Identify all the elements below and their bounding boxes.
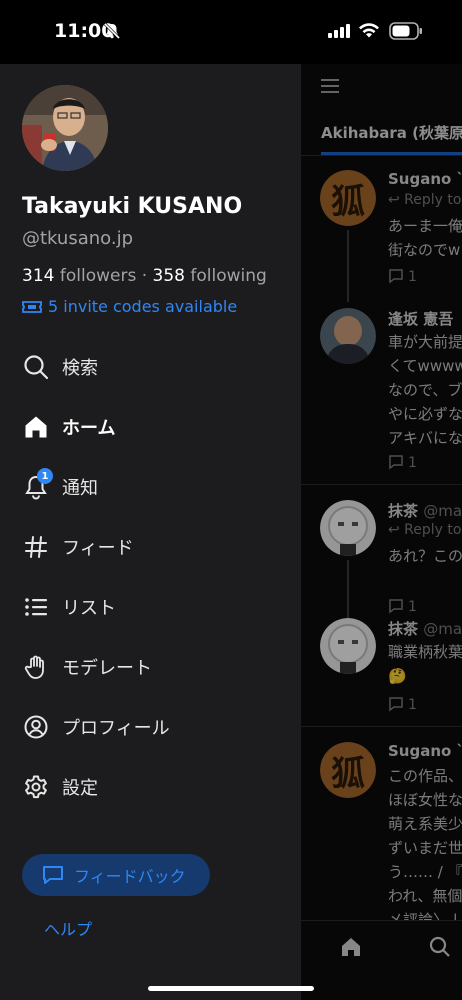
nav-label: プロフィール	[62, 718, 170, 739]
nav-item-search[interactable]: 検索	[22, 347, 282, 387]
avatar-photo	[22, 85, 108, 171]
hash-icon	[22, 533, 50, 561]
avatar[interactable]	[320, 308, 376, 364]
count-separator: ·	[136, 266, 153, 286]
post-author: 抹茶 @ma	[388, 618, 462, 639]
avatar[interactable]: 狐	[320, 170, 376, 226]
post-text: 車が大前提 くてwwww なので、ブ やに必ずな アキバにな	[388, 333, 462, 447]
post-author: 逢坂 憲吾	[388, 310, 454, 328]
feed-panel[interactable]: Akihabara (秋葉原 狐 Sugano ` ↩ Reply to あーま…	[301, 64, 462, 1000]
search-icon	[22, 353, 50, 381]
post-text: あれ？この	[388, 547, 462, 565]
reply-count-value: 1	[408, 455, 417, 471]
gear-icon	[22, 773, 50, 801]
avatar[interactable]: 狐	[320, 742, 376, 798]
followers-label: followers	[59, 266, 137, 286]
post-author: Sugano `	[388, 170, 462, 188]
invite-codes-link[interactable]: 5 invite codes available	[22, 297, 237, 316]
post-text: 職業柄秋葉 🤔	[388, 643, 462, 685]
ticket-icon	[22, 301, 42, 313]
reply-count[interactable]: 1	[388, 268, 417, 285]
post-divider	[301, 484, 462, 485]
nav-item-notifications[interactable]: 1 通知	[22, 467, 282, 507]
side-drawer: Takayuki KUSANO @tkusano.jp 314 follower…	[0, 64, 301, 1000]
help-link[interactable]: ヘルプ	[44, 916, 92, 940]
feedback-button[interactable]: フィードバック	[22, 854, 210, 896]
nav-label: リスト	[62, 598, 116, 619]
post-author-name: 抹茶	[388, 502, 419, 520]
feedback-label: フィードバック	[74, 867, 186, 886]
bottom-nav	[301, 920, 462, 1000]
nav-item-feeds[interactable]: フィード	[22, 527, 282, 567]
status-bar: 11:00	[0, 0, 462, 64]
post-author: 抹茶 @ma	[388, 500, 462, 521]
nav-label: ホーム	[62, 418, 116, 439]
reply-count[interactable]: 1	[388, 598, 417, 615]
thread-line	[347, 560, 349, 618]
nav-item-profile[interactable]: プロフィール	[22, 707, 282, 747]
profile-avatar[interactable]	[22, 85, 108, 171]
avatar[interactable]	[320, 500, 376, 556]
reply-count[interactable]: 1	[388, 454, 417, 471]
list-icon	[22, 593, 50, 621]
home-icon	[22, 413, 50, 441]
reply-count-value: 1	[408, 697, 417, 713]
reply-to-label: ↩ Reply to	[388, 192, 462, 208]
menu-icon[interactable]	[321, 78, 341, 94]
post-divider	[301, 726, 462, 727]
reply-to-label: ↩ Reply to	[388, 522, 462, 538]
thread-line	[347, 230, 349, 302]
comment-icon	[389, 269, 403, 284]
nav-item-home[interactable]: ホーム	[22, 407, 282, 447]
display-name: Takayuki KUSANO	[22, 194, 243, 219]
comment-icon	[389, 599, 403, 614]
following-count: 358	[152, 266, 185, 286]
comment-icon	[389, 697, 403, 712]
nav-item-lists[interactable]: リスト	[22, 587, 282, 627]
reply-count-value: 1	[408, 269, 417, 285]
post-author-handle: @ma	[423, 502, 462, 520]
invite-codes-label: 5 invite codes available	[48, 297, 238, 316]
follow-counts[interactable]: 314 followers · 358 following	[22, 266, 267, 286]
post-text: あーま一俺 街なのでw	[388, 217, 462, 259]
avatar[interactable]	[320, 618, 376, 674]
home-icon[interactable]	[339, 935, 363, 959]
wifi-icon	[359, 23, 379, 38]
signal-icon	[328, 24, 350, 38]
nav-label: モデレート	[62, 658, 152, 679]
nav-item-moderation[interactable]: モデレート	[22, 647, 282, 687]
feed-tab-bar: Akihabara (秋葉原	[301, 114, 462, 156]
bell-icon: 1	[22, 468, 53, 501]
user-circle-icon	[22, 713, 50, 741]
message-icon	[43, 866, 63, 884]
comment-icon	[389, 455, 403, 470]
nav-label: フィード	[62, 538, 134, 559]
tab-underline	[321, 152, 462, 155]
nav-label: 検索	[62, 358, 98, 379]
home-indicator[interactable]	[148, 986, 314, 991]
tab-akihabara[interactable]: Akihabara (秋葉原	[321, 122, 462, 143]
reply-count-value: 1	[408, 599, 417, 615]
hand-icon	[22, 653, 50, 681]
nav-label: 設定	[62, 778, 98, 799]
nav-label: 通知	[62, 478, 98, 499]
followers-count: 314	[22, 266, 55, 286]
following-label: following	[190, 266, 267, 286]
post-author-name: 抹茶	[388, 620, 419, 638]
post-author-handle: @ma	[423, 620, 462, 638]
search-icon[interactable]	[428, 935, 452, 959]
user-handle: @tkusano.jp	[22, 228, 133, 249]
notification-badge: 1	[37, 468, 53, 484]
post-text: この作品、 ほぼ女性な 萌え系美少 ずいまだ世 う…… / 『 われ、無個 メ評…	[388, 767, 462, 929]
bell-off-icon	[103, 22, 121, 40]
battery-icon	[389, 22, 422, 40]
post-author: Sugano `	[388, 742, 462, 760]
nav-item-settings[interactable]: 設定	[22, 767, 282, 807]
reply-count[interactable]: 1	[388, 696, 417, 713]
